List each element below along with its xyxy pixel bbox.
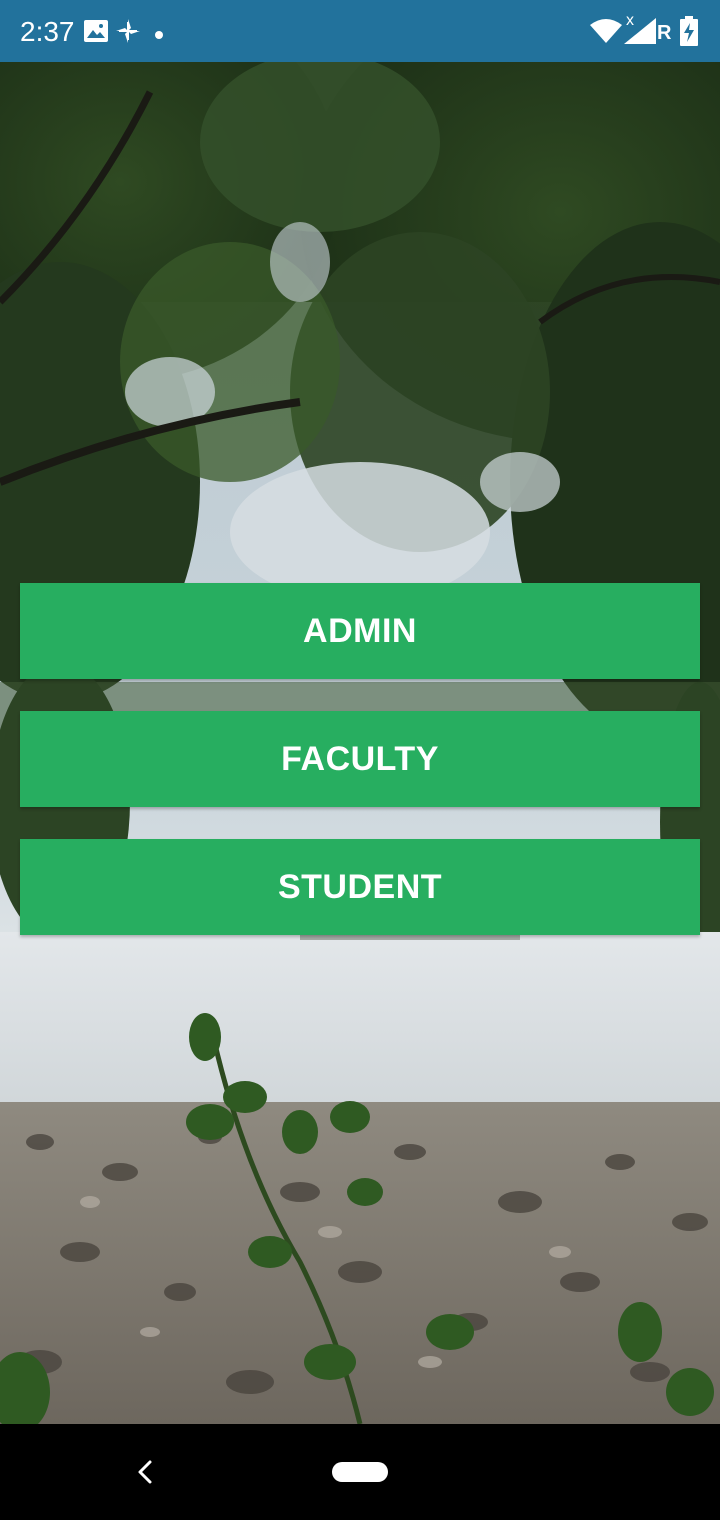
network-type-label: R [657,22,672,44]
status-bar: 2:37 x R [0,0,720,62]
battery-charging-icon [680,16,698,51]
dot-icon [154,27,164,45]
status-time: 2:37 [20,16,75,47]
student-button[interactable]: STUDENT [20,839,700,935]
app-screen: 2:37 x R ADMIN FACULTY STUDENT [0,0,720,1520]
home-pill-icon[interactable] [332,1462,388,1482]
wifi-icon [590,18,622,49]
signal-icon [624,18,656,49]
admin-button[interactable]: ADMIN [20,583,700,679]
pinwheel-icon [116,19,140,48]
image-icon [84,20,108,47]
back-icon[interactable] [128,1452,168,1492]
faculty-button[interactable]: FACULTY [20,711,700,807]
